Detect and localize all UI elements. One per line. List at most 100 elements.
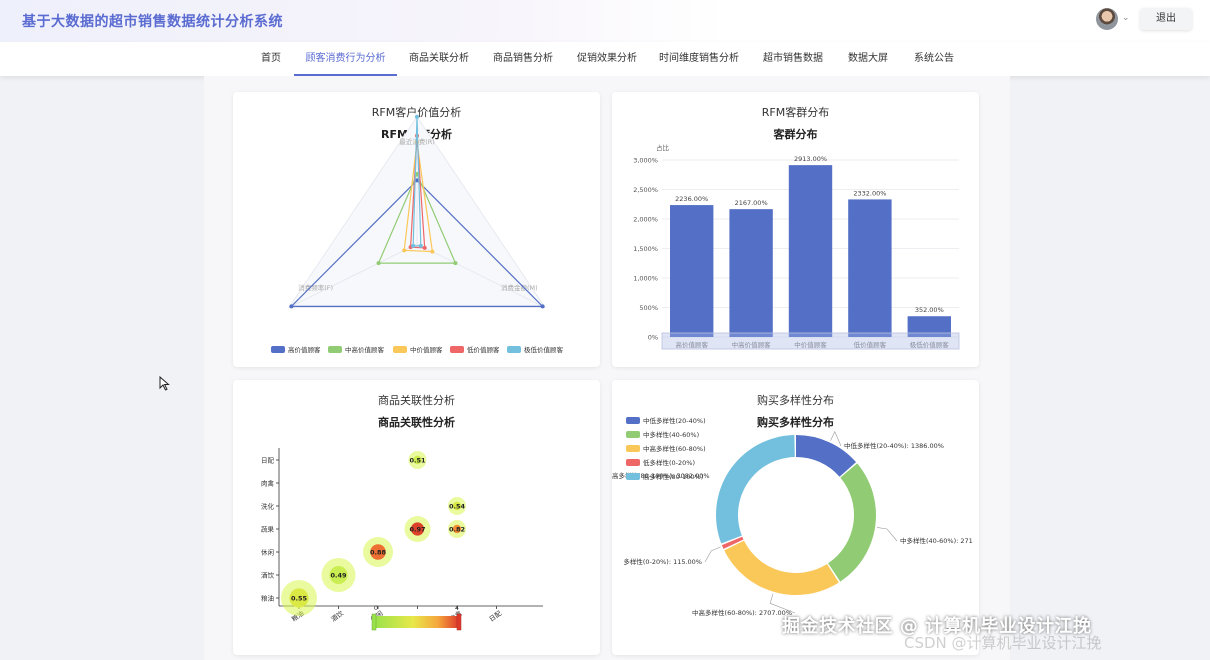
legend-label: 低价值顾客 <box>467 345 500 354</box>
radar-point <box>402 248 407 253</box>
top-bar: 基于大数据的超市销售数据统计分析系统 ⌄ 退出 <box>0 0 1210 42</box>
bar-value-label: 2332.00% <box>853 189 886 197</box>
nav-item-time-sales[interactable]: 时间维度销售分析 <box>656 42 742 76</box>
nav-item-sales-data[interactable]: 超市销售数据 <box>758 42 828 76</box>
radar-point <box>453 261 458 266</box>
legend-label: 中多样性(40-60%) <box>643 430 699 439</box>
donut-slice <box>716 435 795 544</box>
legend-swatch <box>626 431 640 438</box>
mouse-cursor-icon <box>159 376 170 391</box>
radar-point <box>415 114 419 119</box>
legend-label: 中高多样性(60-80%) <box>643 444 706 453</box>
radar-point <box>289 304 294 309</box>
bar-value-label: 2236.00% <box>675 195 708 203</box>
radar-indicator-label: 消费频率(F) <box>298 283 333 292</box>
legend-label: 中价值顾客 <box>410 345 443 354</box>
legend-swatch <box>393 346 407 353</box>
logout-button[interactable]: 退出 <box>1140 8 1192 30</box>
visual-map-min-label: 0 <box>374 604 378 612</box>
radar-point <box>430 249 435 254</box>
donut-label-line <box>704 546 721 563</box>
legend-swatch <box>626 473 640 480</box>
visual-map-max-label: 4 <box>455 604 459 612</box>
x-tick-label: 日配 <box>488 609 504 623</box>
donut-slice-label: 中高多样性(60-80%): 2707.00% <box>692 608 792 617</box>
y-tick-label: 3,000% <box>633 157 658 165</box>
rfm-bar-chart: 占比 0% 500% 1,000% 1,500% 2,000% 2,500% 3,000% 22… <box>633 143 960 350</box>
donut-label-line <box>877 527 898 542</box>
bubble-value-label: 0.88 <box>370 549 387 557</box>
nav-item-promotion[interactable]: 促销效果分析 <box>572 42 642 76</box>
y-tick-label: 休闲 <box>261 548 274 557</box>
donut-slice-label: 多样性(0-20%): 115.00% <box>623 557 702 566</box>
watermark-text-secondary: CSDN @计算机毕业设计江挽 <box>904 634 1102 652</box>
bubble-value-label: 0.97 <box>409 526 425 534</box>
legend-label: 中低多样性(20-40%) <box>643 416 706 425</box>
bubble-value-label: 0.51 <box>409 457 426 465</box>
visual-map-handle-max <box>456 613 462 631</box>
visual-map-handle-min <box>371 613 377 631</box>
legend-label: 高价值顾客 <box>288 345 321 354</box>
y-tick-label: 500% <box>639 304 658 312</box>
y-tick-label: 1,000% <box>633 275 658 283</box>
y-tick-label: 肉禽 <box>261 479 275 488</box>
datazoom-slider <box>661 332 960 350</box>
y-axis-name: 占比 <box>656 143 670 152</box>
legend-swatch <box>507 346 521 353</box>
legend-label: 中高价值顾客 <box>345 345 385 354</box>
legend-swatch <box>626 445 640 452</box>
radar-point <box>422 245 427 250</box>
visual-map-bar <box>375 616 459 628</box>
donut-slice-label: 中低多样性(20-40%): 1386.00% <box>844 441 944 450</box>
y-tick-label: 粮油 <box>261 594 274 603</box>
donut-slice <box>828 463 876 582</box>
bubble-value-label: 0.55 <box>291 595 308 603</box>
nav-item-customer-behavior[interactable]: 顾客消费行为分析 <box>294 42 397 76</box>
association-bubble-chart: 粮油酒饮休闲蔬果洗化肉禽日配粮油酒饮休闲肉禽日配0.550.490.880.97… <box>261 448 543 631</box>
association-card: 商品关联性分析 商品关联性分析 粮油酒饮休闲蔬果洗化肉禽日配粮油酒饮休闲肉禽日配… <box>233 380 600 655</box>
bubble-value-label: 0.82 <box>449 526 465 534</box>
rfm-value-card: RFM客户价值分析 RFM维度分析 最近消费(R)消费金额(M)消费频率(F)高… <box>233 92 600 367</box>
nav-item-home[interactable]: 首页 <box>252 42 290 76</box>
x-tick-label: 酒饮 <box>329 608 345 623</box>
user-avatar[interactable] <box>1096 8 1118 30</box>
nav-item-product-association[interactable]: 商品关联分析 <box>404 42 474 76</box>
bar-value-label: 352.00% <box>915 306 944 314</box>
nav-item-announcement[interactable]: 系统公告 <box>908 42 960 76</box>
chevron-down-icon[interactable]: ⌄ <box>1122 13 1130 23</box>
y-tick-label: 2,500% <box>633 186 658 194</box>
bubble-value-label: 0.49 <box>330 572 347 580</box>
nav-item-product-sales[interactable]: 商品销售分析 <box>488 42 558 76</box>
legend-label: 极低价值顾客 <box>524 345 564 354</box>
radar-point <box>540 304 545 309</box>
donut-slice-label: 中多样性(40-60%): 271 <box>900 536 973 545</box>
radar-indicator-label: 消费金额(M) <box>501 283 538 292</box>
legend-label: 低多样性(0-20%) <box>643 458 695 467</box>
legend-swatch <box>626 459 640 466</box>
legend-swatch <box>271 346 285 353</box>
y-tick-label: 蔬果 <box>261 525 275 534</box>
legend-label: 高多样性(80-100%) <box>643 472 703 481</box>
bar <box>848 199 892 337</box>
y-tick-label: 日配 <box>261 457 275 465</box>
main-nav: 首页 顾客消费行为分析 商品关联分析 商品销售分析 促销效果分析 时间维度销售分… <box>0 42 1210 76</box>
legend-swatch <box>626 417 640 424</box>
y-tick-label: 1,500% <box>633 245 658 253</box>
app-title: 基于大数据的超市销售数据统计分析系统 <box>22 14 283 30</box>
y-tick-label: 0% <box>648 334 658 342</box>
legend-swatch <box>328 346 342 353</box>
radar-point <box>418 243 423 248</box>
rfm-radar-chart: 最近消费(R)消费金额(M)消费频率(F)高价值顾客中高价值顾客中价值顾客低价值… <box>271 114 564 354</box>
bar-value-label: 2913.00% <box>794 155 827 163</box>
radar-point <box>411 243 416 248</box>
radar-point <box>376 261 381 266</box>
bar <box>788 165 833 337</box>
bar-value-label: 2167.00% <box>735 199 768 207</box>
bar <box>670 205 714 337</box>
legend-swatch <box>450 346 464 353</box>
rfm-distribution-card: RFM客群分布 客群分布 占比 0% 500% 1,000% 1,500% 2,000% 2… <box>612 92 979 367</box>
y-tick-label: 2,000% <box>633 216 658 224</box>
nav-item-dashboard[interactable]: 数据大屏 <box>842 42 894 76</box>
bar <box>729 209 773 337</box>
y-tick-label: 洗化 <box>261 502 275 511</box>
